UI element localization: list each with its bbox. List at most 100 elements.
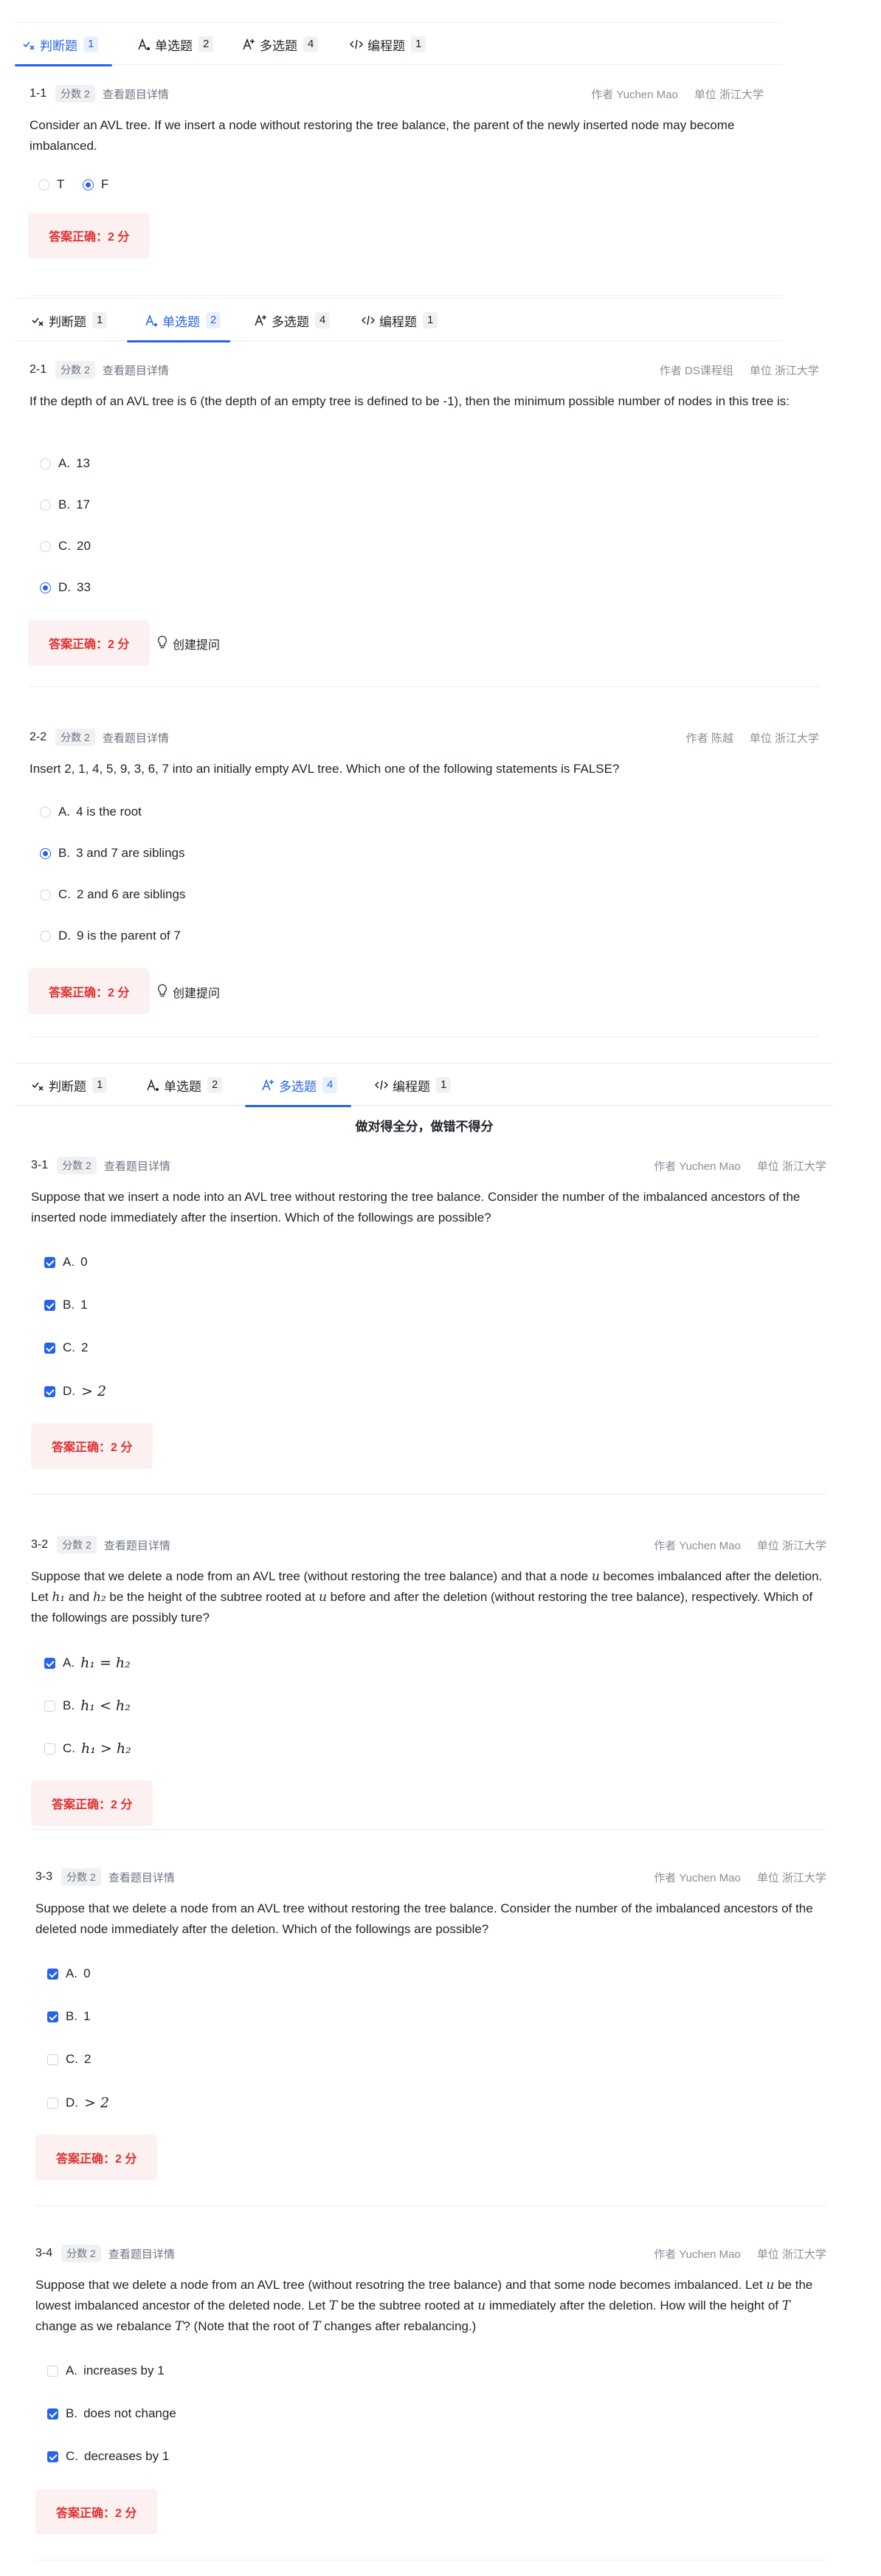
tab-true-false[interactable]: 判断题 1 xyxy=(30,1064,108,1106)
tab-multi-choice[interactable]: 多选题 4 xyxy=(245,1064,351,1107)
checkbox[interactable] xyxy=(44,1657,55,1669)
question-score: 分数 2 xyxy=(55,729,95,746)
tab-label: 判断题 xyxy=(49,314,86,329)
option-A[interactable]: A. 0 xyxy=(47,1966,91,1981)
option-text: decreases by 1 xyxy=(84,2449,170,2463)
question-author: 作者 Yuchen Mao xyxy=(591,89,678,101)
option-D[interactable]: D. 33 xyxy=(40,580,91,595)
checkbox[interactable] xyxy=(44,1299,55,1311)
option-B[interactable]: B. 1 xyxy=(44,1298,88,1312)
option-C[interactable]: C. 2 and 6 are siblings xyxy=(40,887,185,902)
option-A[interactable]: A. h₁ = h₂ xyxy=(44,1655,131,1671)
radio-button[interactable] xyxy=(40,847,51,859)
radio-button[interactable] xyxy=(38,179,49,190)
view-detail-link[interactable]: 查看题目详情 xyxy=(104,1537,170,1553)
option-B[interactable]: B. 1 xyxy=(47,2009,91,2024)
option-text: T xyxy=(57,177,65,191)
option-C[interactable]: C. 20 xyxy=(40,539,91,554)
view-detail-link[interactable]: 查看题目详情 xyxy=(104,1158,170,1174)
option-C[interactable]: C. decreases by 1 xyxy=(47,2449,169,2464)
radio-button[interactable] xyxy=(40,889,51,900)
option-A[interactable]: A. 0 xyxy=(44,1255,88,1270)
lightbulb-icon xyxy=(156,635,168,652)
question-author: 作者 Yuchen Mao xyxy=(654,1540,741,1552)
single-choice-icon xyxy=(145,1077,161,1093)
question-number: 2-1 xyxy=(30,363,47,376)
view-detail-link[interactable]: 查看题目详情 xyxy=(103,730,169,745)
option-label: A. xyxy=(66,2363,78,2377)
tab-label: 多选题 xyxy=(272,314,309,329)
view-detail-link[interactable]: 查看题目详情 xyxy=(103,362,169,378)
option-D[interactable]: D. > 2 xyxy=(47,2095,109,2111)
option-D[interactable]: D. > 2 xyxy=(44,1383,106,1399)
tab-single-choice[interactable]: 单选题 2 xyxy=(145,1064,223,1106)
question-score: 分数 2 xyxy=(57,1536,97,1554)
option-T[interactable]: T xyxy=(38,177,64,192)
tab-single-choice[interactable]: 单选题 2 xyxy=(136,23,214,66)
question-number: 3-4 xyxy=(35,2247,53,2259)
checkbox[interactable] xyxy=(44,1256,55,1268)
radio-button[interactable] xyxy=(40,458,51,469)
checkbox[interactable] xyxy=(47,2365,58,2377)
tab-label: 多选题 xyxy=(279,1079,317,1094)
tab-multi-choice[interactable]: 多选题 4 xyxy=(252,299,331,342)
tab-programming[interactable]: 编程题 1 xyxy=(360,299,438,342)
create-question-button[interactable]: 创建提问 xyxy=(156,983,220,1001)
checkbox[interactable] xyxy=(44,1342,55,1354)
checkbox[interactable] xyxy=(47,2408,58,2420)
radio-button[interactable] xyxy=(83,179,94,190)
divider xyxy=(31,1494,826,1495)
option-B[interactable]: B. 17 xyxy=(40,497,90,512)
checkbox[interactable] xyxy=(47,2097,58,2109)
checkbox[interactable] xyxy=(47,2011,58,2022)
option-F[interactable]: F xyxy=(83,177,108,192)
option-label: C. xyxy=(58,539,71,553)
option-A[interactable]: A. 13 xyxy=(40,456,90,471)
option-label: A. xyxy=(58,805,71,819)
option-C[interactable]: C. 2 xyxy=(47,2052,91,2067)
view-detail-link[interactable]: 查看题目详情 xyxy=(108,1870,175,1885)
radio-button[interactable] xyxy=(40,806,51,818)
option-A[interactable]: A. increases by 1 xyxy=(47,2363,165,2378)
option-label: A. xyxy=(63,1656,75,1670)
checkbox[interactable] xyxy=(44,1385,55,1397)
divider xyxy=(30,295,782,296)
view-detail-link[interactable]: 查看题目详情 xyxy=(108,2246,175,2262)
question-number: 3-3 xyxy=(35,1870,53,1883)
checkbox[interactable] xyxy=(44,1743,55,1754)
option-A[interactable]: A. 4 is the root xyxy=(40,805,142,819)
checkbox[interactable] xyxy=(47,1968,58,1980)
tab-true-false[interactable]: 判断题 1 xyxy=(30,299,108,342)
option-B[interactable]: B. does not change xyxy=(47,2406,176,2421)
option-B[interactable]: B. 3 and 7 are siblings xyxy=(40,846,185,861)
tab-single-choice[interactable]: 单选题 2 xyxy=(127,299,230,342)
option-text: increases by 1 xyxy=(83,2363,165,2377)
question-score: 分数 2 xyxy=(55,361,95,379)
option-C[interactable]: C. h₁ > h₂ xyxy=(44,1740,131,1757)
option-D[interactable]: D. 9 is the parent of 7 xyxy=(40,929,181,943)
view-detail-link[interactable]: 查看题目详情 xyxy=(103,86,169,102)
option-C[interactable]: C. 2 xyxy=(44,1340,88,1355)
question-number: 3-1 xyxy=(31,1159,49,1171)
section-true-false: 判断题 1 单选题 2 多选题 4 编程题 1 xyxy=(15,22,782,66)
question-score: 分数 2 xyxy=(61,1868,101,1886)
tab-programming[interactable]: 编程题 1 xyxy=(373,1064,452,1106)
checkbox[interactable] xyxy=(44,1700,55,1712)
option-B[interactable]: B. h₁ < h₂ xyxy=(44,1698,131,1714)
option-label: A. xyxy=(63,1255,75,1269)
option-text: 0 xyxy=(80,1255,88,1269)
checkbox[interactable] xyxy=(47,2053,58,2065)
option-text: h₁ = h₂ xyxy=(80,1655,131,1671)
create-question-button[interactable]: 创建提问 xyxy=(156,635,220,652)
option-label: D. xyxy=(58,929,71,943)
radio-button[interactable] xyxy=(40,930,51,942)
checkbox[interactable] xyxy=(47,2451,58,2462)
option-text: F xyxy=(101,177,109,191)
radio-button[interactable] xyxy=(40,499,51,511)
question-score: 分数 2 xyxy=(55,85,95,103)
radio-button[interactable] xyxy=(40,540,51,552)
tab-true-false[interactable]: 判断题 1 xyxy=(15,23,112,66)
radio-button[interactable] xyxy=(40,582,51,593)
tab-programming[interactable]: 编程题 1 xyxy=(348,23,426,66)
tab-multi-choice[interactable]: 多选题 4 xyxy=(241,23,319,66)
